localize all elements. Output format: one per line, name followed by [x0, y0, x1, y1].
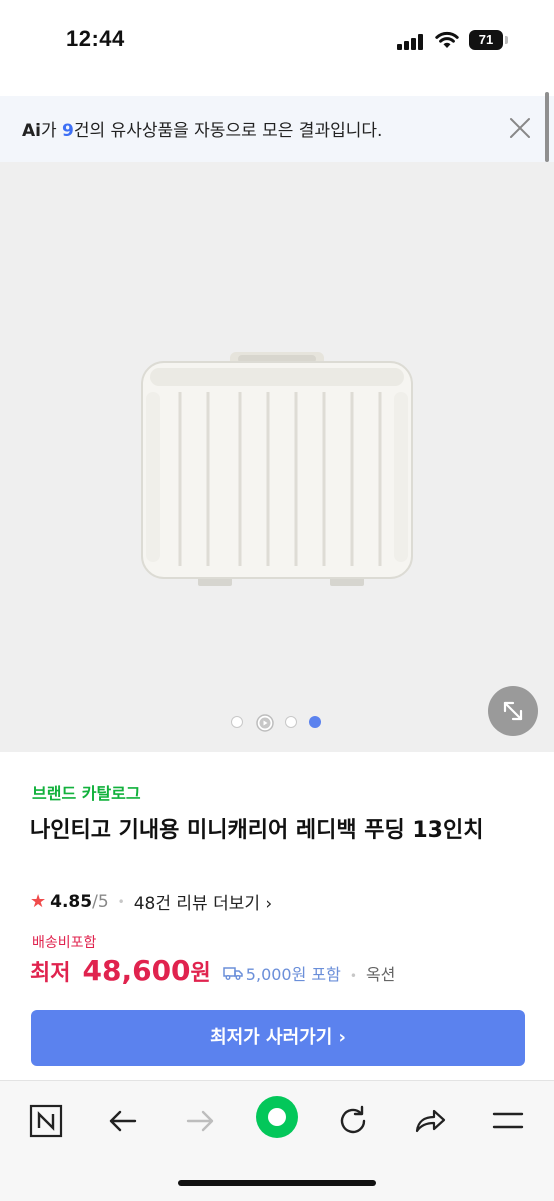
price-unit: 원	[190, 961, 211, 986]
price-row: 최저 48,600 원 5,000원 포함 • 옥션	[30, 954, 395, 987]
status-bar: 12:44 71	[0, 0, 554, 84]
brand-catalog-label[interactable]: 브랜드 카탈로그	[32, 780, 141, 804]
ai-banner: Ai가 9건의 유사상품을 자동으로 모은 결과입니다.	[0, 96, 554, 163]
video-play-icon[interactable]	[255, 714, 275, 732]
pagination-dot[interactable]	[231, 716, 243, 728]
back-arrow-icon[interactable]	[101, 1099, 145, 1143]
ai-count: 9	[62, 121, 74, 141]
pagination-dot-active[interactable]	[309, 716, 321, 728]
seller-separator: •	[349, 969, 357, 983]
expand-icon	[503, 701, 523, 721]
forward-arrow-icon[interactable]	[178, 1099, 222, 1143]
scroll-indicator[interactable]	[545, 92, 549, 162]
ai-text-prefix: 가	[40, 121, 63, 141]
ai-banner-text: Ai가 9건의 유사상품을 자동으로 모은 결과입니다.	[22, 116, 382, 141]
rating-row: ★ 4.85 /5 • 48건 리뷰 더보기 ›	[30, 889, 272, 914]
seller-name: 옥션	[365, 965, 396, 984]
shipping-included-label: 배송비포함	[32, 935, 97, 951]
buy-lowest-price-button[interactable]: 최저가 사러가기 ›	[31, 1010, 525, 1066]
product-image-area[interactable]	[0, 162, 554, 752]
separator-dot: •	[117, 894, 125, 909]
product-image	[141, 352, 413, 586]
green-dot-icon[interactable]	[255, 1095, 299, 1139]
pagination-dot[interactable]	[285, 716, 297, 728]
truck-icon	[223, 967, 243, 980]
rating-out-of: /5	[92, 891, 109, 912]
shipping-fee: 5,000원 포함	[245, 965, 341, 984]
rating-score: 4.85	[50, 891, 93, 912]
review-more-link[interactable]: 48건 리뷰 더보기 ›	[134, 889, 273, 914]
product-title: 나인티고 기내용 미니캐리어 레디백 푸딩 13인치	[30, 818, 484, 843]
wifi-icon	[435, 31, 459, 48]
ai-logo: Ai	[22, 121, 41, 141]
star-icon: ★	[30, 891, 47, 912]
status-time: 12:44	[66, 26, 125, 51]
review-more-label: 48건 리뷰 더보기	[133, 894, 260, 914]
battery-nub	[505, 36, 508, 44]
close-icon[interactable]	[509, 117, 531, 139]
price-value: 48,600	[82, 954, 191, 987]
menu-icon[interactable]	[486, 1099, 530, 1143]
lowest-price-label: 최저	[30, 961, 71, 986]
expand-button[interactable]	[488, 686, 538, 736]
naver-home-icon[interactable]	[24, 1099, 68, 1143]
chevron-right-icon: ›	[265, 894, 273, 914]
share-icon[interactable]	[408, 1099, 452, 1143]
signal-icon	[397, 34, 425, 50]
home-indicator[interactable]	[178, 1180, 376, 1186]
reload-icon[interactable]	[331, 1099, 375, 1143]
battery-icon: 71	[469, 30, 503, 50]
ai-text-suffix: 건의 유사상품을 자동으로 모은 결과입니다.	[73, 121, 383, 141]
